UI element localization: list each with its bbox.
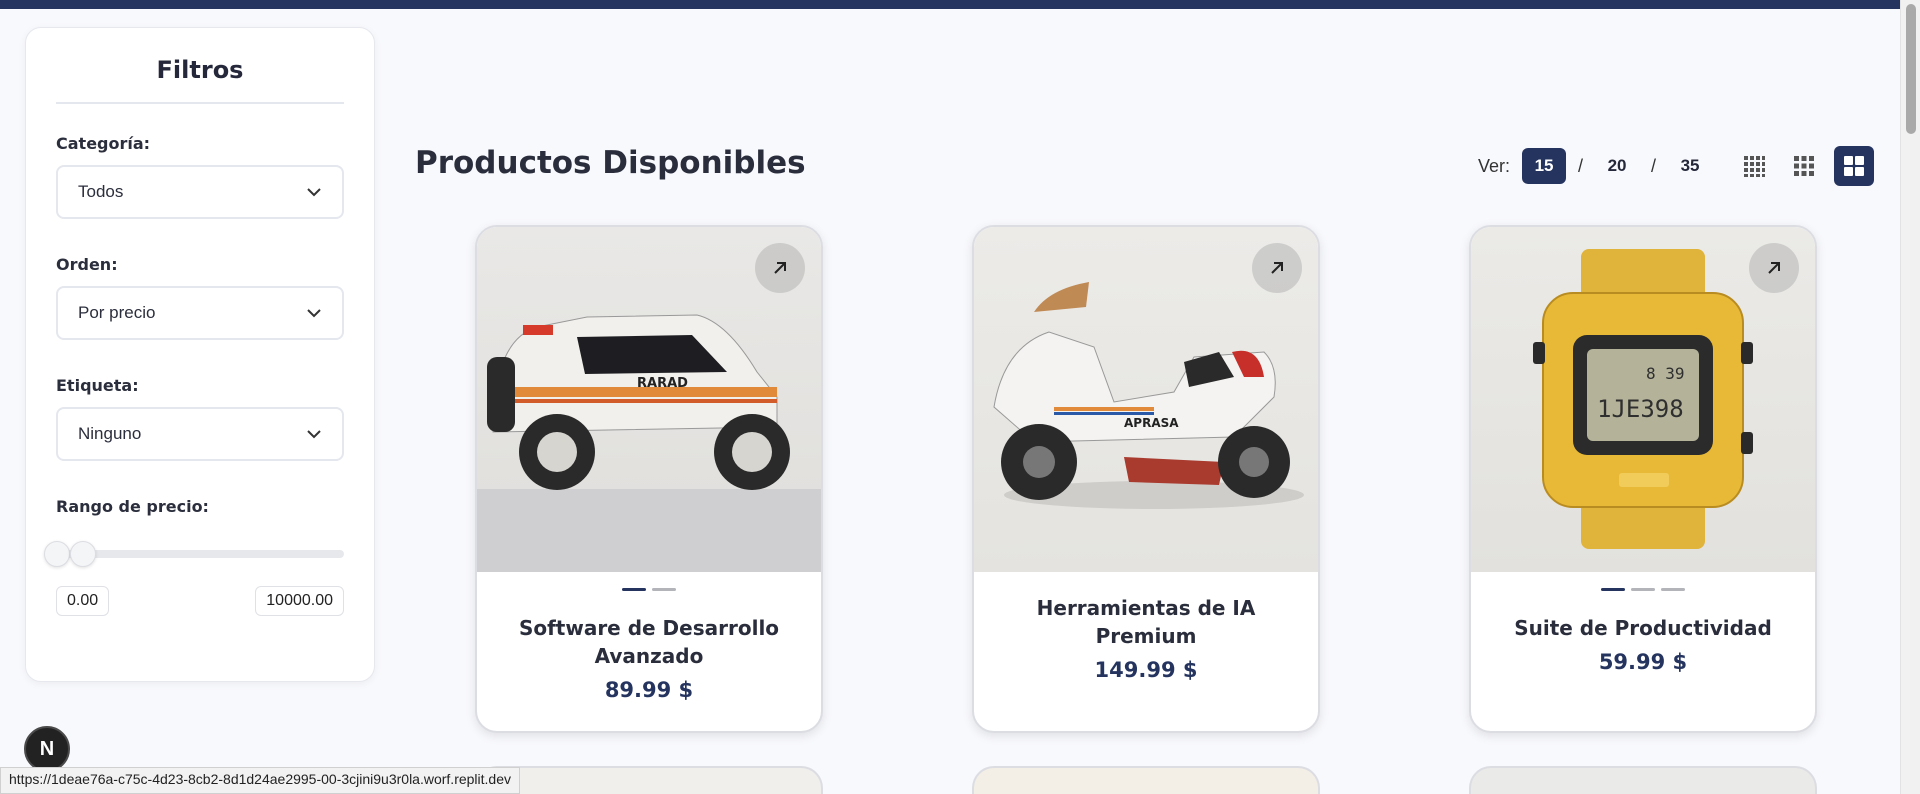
carousel-dot[interactable] [1631,587,1655,591]
order-select[interactable]: Por precio [56,286,344,340]
product-card[interactable] [475,766,823,794]
svg-text:1JE398: 1JE398 [1597,395,1684,423]
category-label: Categoría: [56,134,151,153]
grid-medium-button[interactable] [1784,146,1824,186]
open-product-button[interactable] [1749,243,1799,293]
tag-value: Ninguno [78,424,142,443]
filters-panel: Filtros Categoría: Todos Orden: Por prec… [25,27,375,682]
page-title: Productos Disponibles [415,145,806,181]
carousel-dot[interactable] [1601,587,1625,591]
product-card[interactable] [972,766,1320,794]
svg-text:RARAD: RARAD [637,376,688,391]
scrollbar-thumb[interactable] [1906,4,1916,134]
open-product-button[interactable] [755,243,805,293]
product-name: Software de Desarrollo Avanzado [518,616,780,668]
order-label: Orden: [56,255,118,274]
product-name: Herramientas de IA Premium [1036,596,1256,648]
product-card[interactable]: RARAD Software de Desarrollo Avanzado 89… [475,225,823,733]
chevron-down-icon [306,426,322,442]
order-value: Por precio [78,303,156,322]
vertical-scrollbar[interactable] [1900,0,1920,794]
product-card[interactable]: 8 39 1JE398 Suite de Productividad 59.99… [1469,225,1817,733]
price-max-input[interactable]: 10000.00 [255,586,344,616]
status-bar-url: https://1deae76a-c75c-4d23-8cb2-8d1d24ae… [0,767,521,794]
price-range-slider[interactable] [44,541,344,567]
top-bar [0,0,1900,9]
filters-title: Filtros [56,56,344,104]
view-controls: Ver: 15 / 20 / 35 [1478,146,1875,186]
chevron-down-icon [306,184,322,200]
carousel-dot[interactable] [652,587,676,591]
product-price: 149.99 $ [1094,658,1198,682]
image-carousel-indicator [1471,580,1815,598]
separator: / [1651,155,1657,176]
grid-small-icon [1744,156,1766,177]
tag-select[interactable]: Ninguno [56,407,344,461]
arrow-up-right-icon [1768,262,1780,274]
svg-text:8 39: 8 39 [1646,364,1685,383]
view-15-button[interactable]: 15 [1522,148,1567,184]
arrow-up-right-icon [774,262,786,274]
open-product-button[interactable] [1252,243,1302,293]
product-name: Suite de Productividad [1514,616,1772,640]
grid-large-button[interactable] [1834,146,1875,186]
view-20-button[interactable]: 20 [1595,148,1639,184]
product-card[interactable] [1469,766,1817,794]
dev-tools-badge[interactable]: N [24,726,70,772]
product-card[interactable]: APRASA Herramientas de IA Premium 149.99… [972,225,1320,733]
category-select[interactable]: Todos [56,165,344,219]
grid-large-icon [1844,156,1865,176]
category-value: Todos [78,182,124,201]
price-min-input[interactable]: 0.00 [56,586,110,616]
tag-label: Etiqueta: [56,376,139,395]
image-carousel-indicator [477,580,821,598]
view-count-label: Ver: [1478,155,1511,176]
arrow-up-right-icon [1271,262,1283,274]
product-image[interactable]: 8 39 1JE398 [1471,227,1815,572]
grid-small-button[interactable] [1734,146,1774,186]
chevron-down-icon [306,305,322,321]
product-price: 89.99 $ [604,678,694,702]
product-price: 59.99 $ [1598,650,1688,674]
product-image[interactable]: RARAD [477,227,821,572]
price-min-handle[interactable] [44,541,70,567]
carousel-dot[interactable] [622,587,646,591]
separator: / [1578,155,1584,176]
view-35-button[interactable]: 35 [1668,148,1712,184]
carousel-dot[interactable] [1661,587,1685,591]
price-max-handle[interactable] [70,541,96,567]
price-range-label: Rango de precio: [56,497,209,516]
product-image[interactable]: APRASA [974,227,1318,572]
svg-text:APRASA: APRASA [1124,416,1179,430]
grid-medium-icon [1794,156,1815,176]
